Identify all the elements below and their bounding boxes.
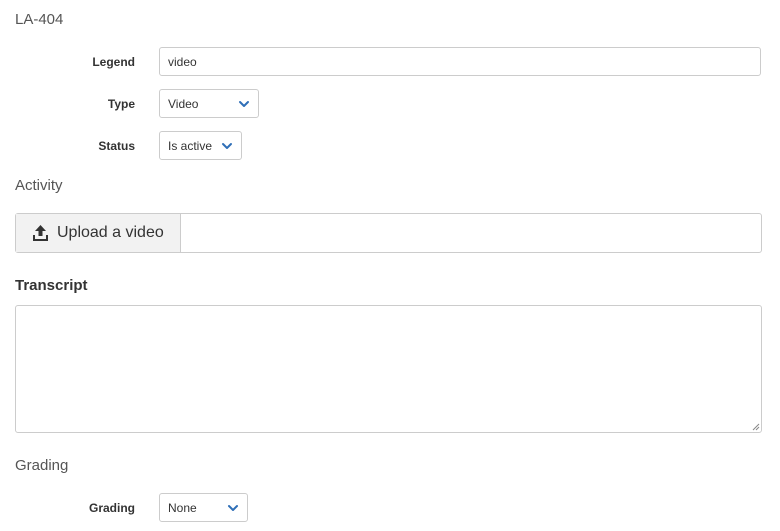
page: LA-404 Legend Type Video Status Is activ…: [0, 0, 780, 531]
grading-heading: Grading: [15, 457, 69, 474]
transcript-label: Transcript: [15, 277, 88, 294]
grading-select[interactable]: None: [159, 493, 248, 522]
resize-grip-icon[interactable]: [750, 421, 760, 431]
upload-video-label: Upload a video: [57, 224, 164, 241]
upload-video-button[interactable]: Upload a video: [16, 214, 181, 252]
legend-input[interactable]: [159, 47, 761, 76]
grading-label: Grading: [88, 501, 135, 515]
type-label: Type: [107, 97, 135, 111]
chevron-down-icon: [228, 504, 238, 511]
transcript-textarea[interactable]: [15, 305, 762, 433]
status-select-value: Is active: [168, 138, 213, 153]
status-select[interactable]: Is active: [159, 131, 242, 160]
status-label: Status: [98, 139, 135, 153]
chevron-down-icon: [239, 100, 249, 107]
chevron-down-icon: [222, 142, 232, 149]
grading-select-value: None: [168, 500, 197, 515]
legend-label: Legend: [92, 55, 135, 69]
page-title: LA-404: [15, 11, 64, 28]
activity-heading: Activity: [15, 177, 63, 194]
type-select[interactable]: Video: [159, 89, 259, 118]
upload-file-field[interactable]: [181, 214, 761, 252]
type-select-value: Video: [168, 96, 199, 111]
upload-control: Upload a video: [15, 213, 762, 253]
upload-icon: [33, 225, 48, 241]
